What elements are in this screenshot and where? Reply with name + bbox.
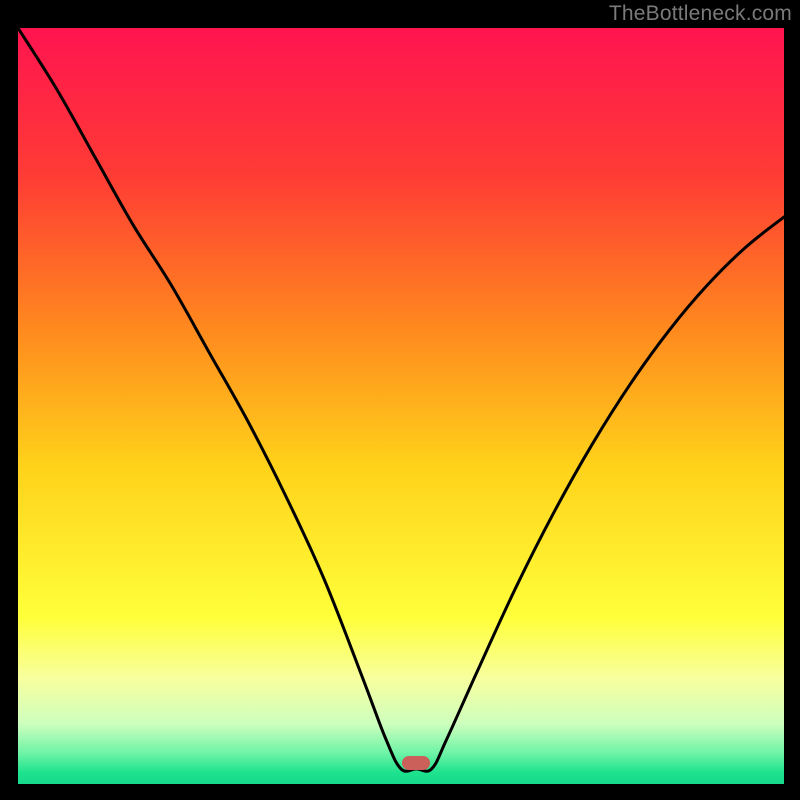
plot-area — [18, 28, 784, 784]
optimal-marker — [402, 756, 430, 770]
watermark-text: TheBottleneck.com — [609, 2, 792, 26]
chart-stage: TheBottleneck.com — [0, 0, 800, 800]
gradient-rect — [18, 28, 784, 784]
chart-svg — [18, 28, 784, 784]
